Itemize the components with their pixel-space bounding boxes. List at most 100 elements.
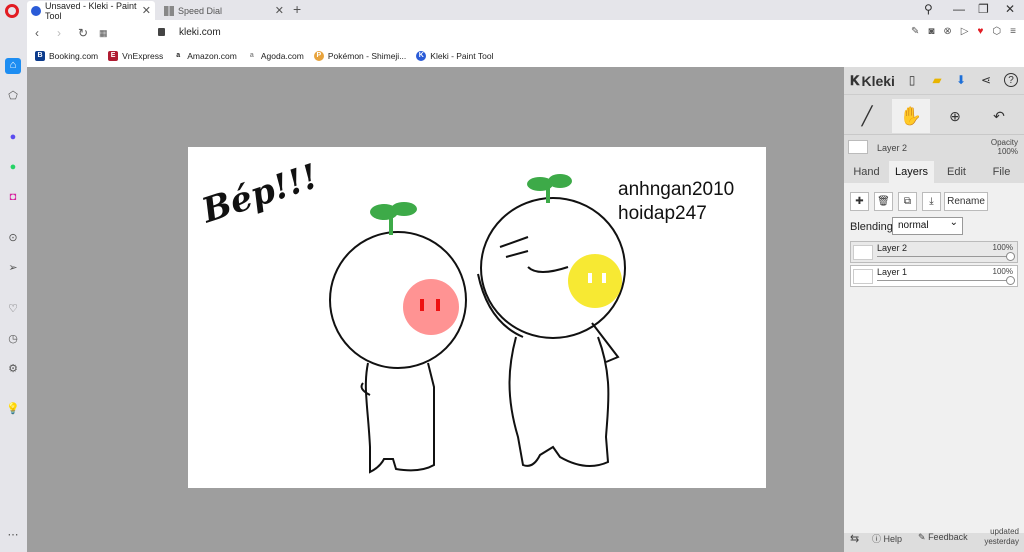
home-icon[interactable]: ⌂ — [5, 58, 21, 74]
download-icon[interactable]: ⬇ — [954, 73, 968, 87]
brush-tool-icon[interactable]: ╱ — [848, 99, 886, 133]
bookmark-amazon[interactable]: a Amazon.com — [173, 51, 237, 61]
kleki-logo-text: Kleki — [861, 73, 895, 89]
restore-icon[interactable]: ❐ — [978, 2, 989, 16]
bookmark-label: Agoda.com — [260, 51, 304, 61]
settings-icon[interactable]: ≡ — [1010, 26, 1016, 37]
heart-icon[interactable]: ♥ — [977, 26, 983, 37]
open-folder-icon[interactable]: ▰ — [930, 73, 944, 87]
layer-item-2[interactable]: Layer 2 100% — [850, 241, 1018, 263]
share-icon[interactable]: ⋖ — [979, 73, 993, 87]
tab-hand[interactable]: Hand — [844, 161, 889, 183]
kleki-logo-icon: 𝐊 — [850, 73, 860, 88]
bookmark-booking[interactable]: B Booking.com — [35, 51, 98, 61]
left-character — [329, 231, 467, 474]
layer-opacity-slider[interactable] — [877, 256, 1011, 257]
pokemon-icon: P — [313, 51, 324, 61]
camera-icon[interactable]: ◙ — [928, 26, 934, 37]
feedback-link[interactable]: ✎ Feedback — [918, 532, 968, 543]
bookmarks-bar: B Booking.com E VnExpress a Amazon.com a Ago… — [27, 46, 1024, 66]
minimize-icon[interactable]: — — [953, 2, 965, 16]
layer-opacity: 100% — [992, 243, 1013, 252]
extensions-icon[interactable]: ⬡ — [992, 26, 1001, 37]
merge-layer-icon[interactable]: ⤓ — [922, 192, 941, 211]
layer-thumbnail — [853, 269, 873, 284]
ad-block-icon[interactable]: ⊗ — [943, 26, 951, 37]
close-window-icon[interactable]: ✕ — [1005, 2, 1015, 16]
tab-layers[interactable]: Layers — [889, 161, 934, 183]
bookmark-label: VnExpress — [122, 51, 164, 61]
kleki-logo[interactable]: 𝐊 Kleki — [850, 73, 895, 89]
new-file-icon[interactable]: ▯ — [905, 73, 919, 87]
help-label: Help — [883, 534, 903, 544]
add-layer-icon[interactable]: ✚ — [850, 192, 869, 211]
back-icon[interactable]: ‹ — [35, 26, 39, 40]
send-icon[interactable]: ▷ — [961, 26, 969, 37]
swap-icon[interactable]: ⇆ — [850, 532, 859, 545]
caption-username-2: hoidap247 — [618, 203, 707, 224]
current-layer-row[interactable]: Layer 2 Opacity 100% — [844, 137, 1024, 159]
tab-label: Speed Dial — [178, 5, 223, 16]
reload-icon[interactable]: ↻ — [78, 26, 88, 40]
tips-icon[interactable]: 💡 — [6, 402, 20, 416]
slider-knob[interactable] — [1006, 276, 1015, 285]
address-bar-icons: ✎ ◙ ⊗ ▷ ♥ ⬡ ≡ — [911, 26, 1016, 37]
canvas-workspace[interactable]: Bép!!! anhngan2010 hoidap247 — [27, 67, 844, 552]
close-tab-icon[interactable]: ✕ — [275, 4, 284, 17]
tab-label: Unsaved - Kleki - Paint Tool — [45, 0, 137, 21]
instagram-icon[interactable]: ◘ — [6, 190, 20, 204]
messenger-icon[interactable]: ● — [6, 130, 20, 144]
duplicate-layer-icon[interactable]: ⧉ — [898, 192, 917, 211]
bookmark-agoda[interactable]: a Agoda.com — [246, 51, 304, 61]
blending-select[interactable]: normal — [892, 215, 963, 235]
settings-icon[interactable]: ⚙ — [6, 362, 20, 376]
tab-grid-icon[interactable]: ▦ — [99, 28, 108, 39]
edit-icon[interactable]: ✎ — [911, 26, 919, 37]
help-icon[interactable]: ? — [1004, 73, 1018, 87]
address-bar: ‹ › ↻ ▦ kleki.com ✎ ◙ ⊗ ▷ ♥ ⬡ ≡ — [27, 20, 1024, 46]
opacity-text: Opacity — [990, 138, 1018, 147]
kleki-header: 𝐊 Kleki ▯ ▰ ⬇ ⋖ ? — [844, 67, 1024, 95]
layer-opacity-slider[interactable] — [877, 280, 1011, 281]
bookmark-pokemon[interactable]: P Pokémon - Shimeji... — [313, 51, 406, 61]
updated-label: updated — [990, 527, 1019, 536]
layer-thumbnail — [848, 140, 868, 154]
history-icon[interactable]: ◷ — [6, 332, 20, 346]
kleki-favicon-icon — [31, 5, 41, 16]
hand-tool-icon[interactable]: ✋ — [892, 99, 930, 133]
caption-username-1: anhngan2010 — [618, 179, 734, 200]
tab-kleki[interactable]: Unsaved - Kleki - Paint Tool ✕ — [27, 0, 155, 21]
layer-item-1[interactable]: Layer 1 100% — [850, 265, 1018, 287]
bookmark-vnexpress[interactable]: E VnExpress — [108, 51, 163, 61]
close-tab-icon[interactable]: ✕ — [142, 4, 151, 17]
tab-speed-dial[interactable]: Speed Dial ✕ — [160, 1, 288, 20]
help-link[interactable]: ⓘ Help — [872, 532, 902, 545]
tab-edit[interactable]: Edit — [934, 161, 979, 183]
url-field[interactable]: kleki.com — [179, 27, 221, 38]
opera-logo-icon[interactable] — [5, 4, 19, 18]
bookmark-kleki[interactable]: K Kleki - Paint Tool — [416, 51, 493, 61]
favorites-icon[interactable]: ♡ — [6, 302, 20, 316]
send-icon[interactable]: ➢ — [6, 261, 20, 275]
opera-sidebar: ⌂ ⬠ ● ● ◘ ⊙ ➢ ♡ ◷ ⚙ 💡 ⋯ — [0, 20, 27, 552]
delete-layer-icon[interactable]: 🗑 — [874, 192, 893, 211]
whatsapp-icon[interactable]: ● — [6, 160, 20, 174]
new-tab-icon[interactable]: + — [293, 1, 301, 17]
slider-knob[interactable] — [1006, 252, 1015, 261]
updated-when: yesterday — [984, 537, 1019, 546]
drawing-canvas[interactable]: Bép!!! anhngan2010 hoidap247 — [188, 147, 766, 488]
undo-redo-icon[interactable]: ↶ — [980, 99, 1018, 133]
zoom-icon[interactable]: ⊕ — [936, 99, 974, 133]
forward-icon[interactable]: › — [57, 26, 61, 40]
search-tabs-icon[interactable]: ⚲ — [924, 2, 933, 16]
updated-status[interactable]: updated yesterday — [984, 527, 1019, 547]
pinboard-icon[interactable]: ⬠ — [6, 89, 20, 103]
rename-button[interactable]: Rename — [944, 192, 988, 211]
vnexpress-icon: E — [108, 51, 119, 61]
amazon-icon: a — [173, 51, 184, 61]
more-icon[interactable]: ⋯ — [6, 528, 20, 542]
lock-icon[interactable] — [158, 28, 165, 36]
tab-file[interactable]: File — [979, 161, 1024, 183]
opacity-value: 100% — [997, 147, 1018, 156]
player-icon[interactable]: ⊙ — [6, 231, 20, 245]
